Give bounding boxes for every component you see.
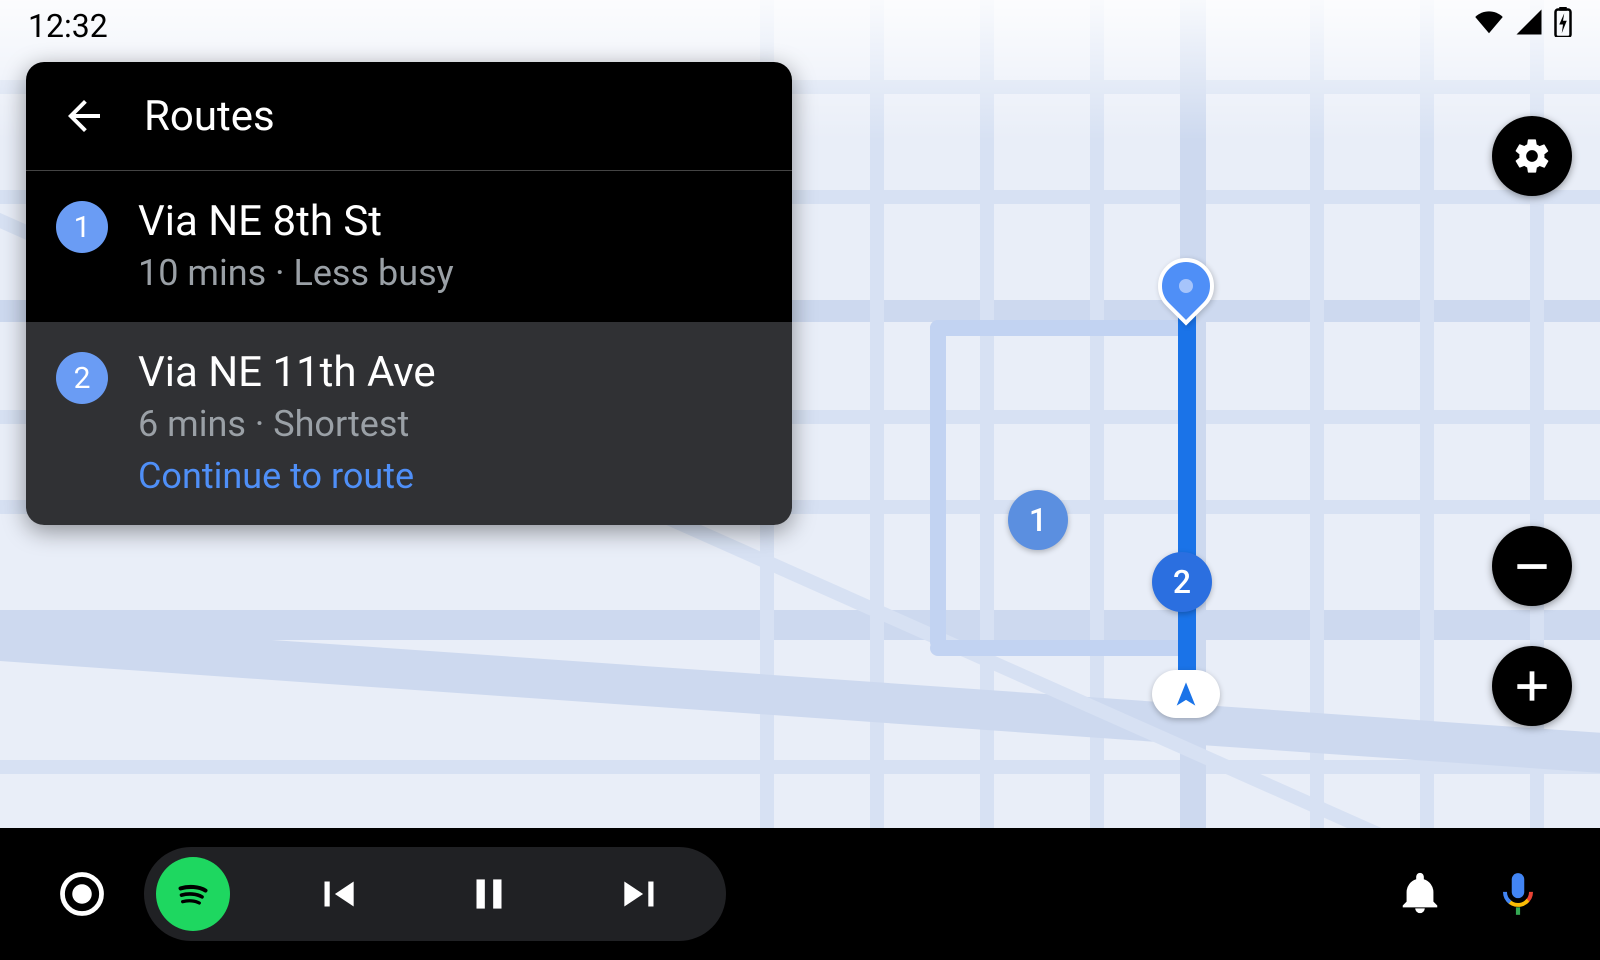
media-next-button[interactable] <box>596 849 686 939</box>
plus-icon <box>1510 664 1554 708</box>
routes-panel: Routes 1 Via NE 8th St 10 mins · Less bu… <box>26 62 792 525</box>
continue-to-route-link[interactable]: Continue to route <box>138 455 436 497</box>
minus-icon <box>1510 544 1554 588</box>
map-route-badge-2-num: 2 <box>1173 563 1191 601</box>
zoom-in-button[interactable] <box>1492 646 1572 726</box>
spotify-app-button[interactable] <box>156 857 230 931</box>
zoom-out-button[interactable] <box>1492 526 1572 606</box>
arrow-left-icon <box>60 92 108 140</box>
current-location-icon <box>1152 670 1220 718</box>
wifi-icon <box>1474 7 1504 45</box>
routes-panel-header: Routes <box>26 62 792 171</box>
battery-charging-icon <box>1554 7 1572 45</box>
route-option-2-badge: 2 <box>56 352 108 404</box>
route-option-1[interactable]: 1 Via NE 8th St 10 mins · Less busy <box>26 171 792 322</box>
clock: 12:32 <box>28 7 108 45</box>
pause-icon <box>464 869 514 919</box>
route-option-2-title: Via NE 11th Ave <box>138 348 436 397</box>
circle-icon <box>56 868 108 920</box>
skip-previous-icon <box>312 869 362 919</box>
map-route-badge-1-num: 1 <box>1029 501 1047 539</box>
assistant-button[interactable] <box>1482 858 1554 930</box>
settings-button[interactable] <box>1492 116 1572 196</box>
microphone-icon <box>1493 869 1543 919</box>
back-button[interactable] <box>56 88 112 144</box>
media-prev-button[interactable] <box>292 849 382 939</box>
route-option-1-title: Via NE 8th St <box>138 197 454 246</box>
cell-signal-icon <box>1514 7 1544 45</box>
notifications-button[interactable] <box>1384 858 1456 930</box>
map-route-badge-2[interactable]: 2 <box>1152 552 1212 612</box>
bottom-nav-bar <box>0 828 1600 960</box>
route-option-2-sub: 6 mins · Shortest <box>138 403 436 445</box>
route-option-2[interactable]: 2 Via NE 11th Ave 6 mins · Shortest Cont… <box>26 322 792 525</box>
media-pause-button[interactable] <box>444 849 534 939</box>
spotify-icon <box>170 871 216 917</box>
bell-icon <box>1397 871 1443 917</box>
map-route-badge-1[interactable]: 1 <box>1008 490 1068 550</box>
media-controls <box>144 847 726 941</box>
launcher-button[interactable] <box>46 858 118 930</box>
gear-icon <box>1512 136 1552 176</box>
route-option-1-sub: 10 mins · Less busy <box>138 252 454 294</box>
status-bar: 12:32 <box>0 0 1600 52</box>
routes-panel-title: Routes <box>144 92 275 141</box>
route-option-1-badge: 1 <box>56 201 108 253</box>
skip-next-icon <box>616 869 666 919</box>
